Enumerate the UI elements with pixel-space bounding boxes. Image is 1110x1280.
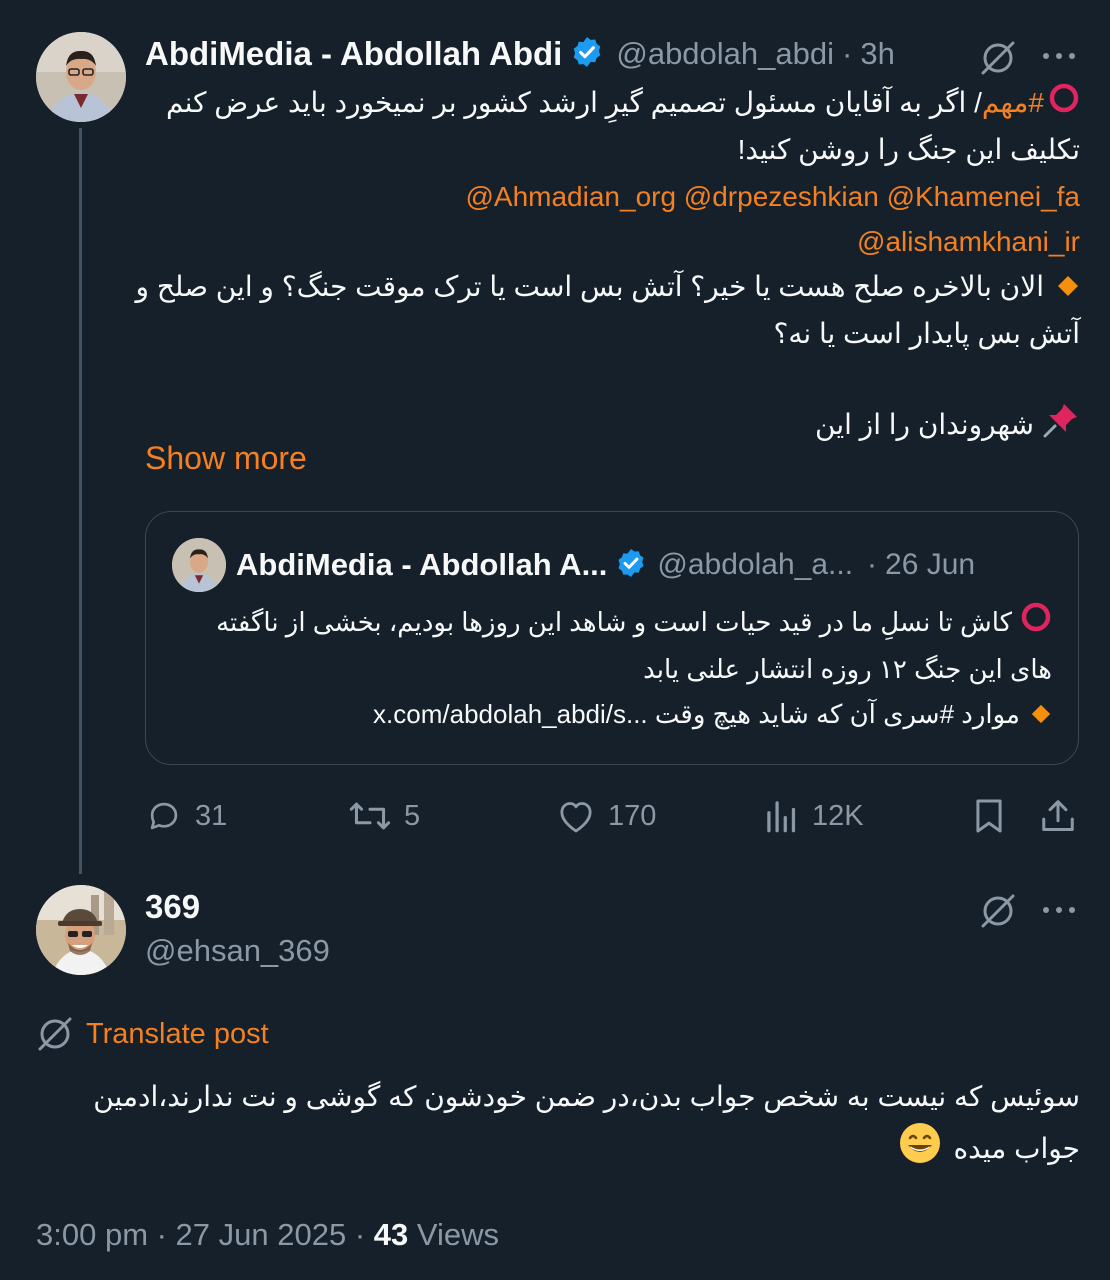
post-time[interactable]: 3h: [860, 36, 894, 72]
mention-link[interactable]: @alishamkhani_ir: [857, 226, 1080, 257]
reply-line-1: سوئیس که نیست به شخص جواب بدن،در ضمن خود…: [93, 1081, 1080, 1112]
views-button[interactable]: 12K: [764, 795, 864, 837]
post-header: AbdiMedia - Abdollah Abdi @abdolah_abdi …: [145, 32, 895, 76]
mentions-line-1: @Ahmadian_org @drpezeshkian @Khamenei_fa: [145, 174, 1080, 219]
grok-icon[interactable]: [976, 36, 1020, 80]
thread-line: [79, 128, 82, 874]
views-icon: [767, 801, 796, 833]
quoted-link: x.com/abdolah_abdi/s...: [373, 699, 648, 730]
more-icon[interactable]: [1038, 38, 1080, 74]
reply-count: 31: [195, 799, 228, 832]
translate-post-button[interactable]: Translate post: [36, 1014, 269, 1054]
translate-icon: [38, 1017, 72, 1051]
like-count: 170: [608, 799, 657, 832]
repost-icon: [349, 802, 391, 830]
quoted-line-3: موارد #سری آن که شاید هیچ وقت x.com/abdo…: [172, 692, 1052, 739]
pin-line-text: شهروندان را از این: [815, 409, 1034, 441]
diamond-icon: [1030, 694, 1052, 739]
author-avatar[interactable]: [36, 32, 126, 122]
quoted-date: 26 Jun: [885, 548, 976, 581]
bookmark-icon[interactable]: [968, 795, 1010, 837]
quoted-line-1-text: کاش تا نسلِ ما در قید حیات است و شاهد ای…: [216, 607, 1012, 637]
bullet-line-2: آتش بس پایدار است یا نه؟: [773, 318, 1081, 350]
mentions-line-2: @alishamkhani_ir: [145, 219, 1080, 264]
reply-meta: 3:00 pm · 27 Jun 2025 · 43 Views: [36, 1217, 499, 1253]
quoted-handle: @abdolah_a...: [657, 548, 854, 581]
diamond-icon: [1056, 266, 1080, 311]
verified-icon: [615, 547, 647, 584]
repost-button[interactable]: 5: [348, 795, 420, 837]
verified-icon: [570, 35, 604, 74]
pin-icon: [1042, 401, 1080, 452]
quoted-line-3-text: موارد #سری آن که شاید هیچ وقت: [654, 699, 1020, 730]
hashtag-link[interactable]: #مهم: [982, 87, 1044, 118]
share-icon[interactable]: [1036, 795, 1080, 837]
red-circle-icon: [1048, 82, 1080, 127]
views-count: 12K: [812, 799, 864, 832]
repost-count: 5: [404, 799, 421, 832]
quoted-line-1: کاش تا نسلِ ما در قید حیات است و شاهد ای…: [172, 600, 1052, 647]
reply-icon: [150, 802, 178, 830]
like-button[interactable]: 170: [556, 795, 656, 837]
bullet-line-1-text: الان بالاخره صلح هست یا خیر؟ آتش بس است …: [135, 271, 1044, 303]
more-icon[interactable]: [1038, 892, 1080, 928]
grin-emoji-icon: [898, 1121, 942, 1180]
reply-views-count: 43: [373, 1217, 409, 1252]
post-line-2: تکلیف این جنگ را روشن کنید!: [737, 134, 1080, 166]
separator: ·: [842, 36, 853, 71]
quoted-header: AbdiMedia - Abdollah A... @abdolah_a... …: [236, 545, 975, 585]
quoted-author-name: AbdiMedia - Abdollah A...: [236, 547, 608, 582]
reply-views-label: Views: [408, 1217, 499, 1252]
reply-author-name[interactable]: 369: [145, 888, 200, 926]
quoted-post-card[interactable]: AbdiMedia - Abdollah A... @abdolah_a... …: [145, 511, 1079, 765]
red-circle-icon: [1020, 601, 1052, 647]
mention-links[interactable]: @Ahmadian_org @drpezeshkian @Khamenei_fa: [465, 181, 1080, 212]
show-more-link[interactable]: Show more: [145, 440, 307, 477]
reply-timestamp[interactable]: 3:00 pm · 27 Jun 2025 ·: [36, 1217, 374, 1252]
post-body: #مهم/ اگر به آقایان مسئول تصمیم گیرِ ارش…: [136, 80, 1081, 452]
reply-body: سوئیس که نیست به شخص جواب بدن،در ضمن خود…: [36, 1073, 1080, 1180]
reply-button[interactable]: 31: [145, 795, 227, 837]
author-handle[interactable]: @abdolah_abdi: [616, 36, 834, 72]
quoted-line-2: های این جنگ ۱۲ روزه انتشار علنی یابد: [643, 654, 1052, 685]
quoted-author-avatar: [172, 538, 226, 592]
post-line-1: #مهم/ اگر به آقایان مسئول تصمیم گیرِ ارش…: [145, 80, 1080, 127]
quoted-body: کاش تا نسلِ ما در قید حیات است و شاهد ای…: [172, 600, 1052, 739]
separator: ·: [867, 548, 878, 581]
grok-icon[interactable]: [976, 889, 1020, 933]
like-icon: [560, 802, 592, 833]
reply-line-2: جواب میده: [36, 1121, 1080, 1180]
author-name[interactable]: AbdiMedia - Abdollah Abdi: [145, 35, 562, 73]
reply-line-2-text: جواب میده: [953, 1132, 1080, 1164]
post-line-1-text: / اگر به آقایان مسئول تصمیم گیرِ ارشد کش…: [166, 87, 982, 118]
bullet-line-1: الان بالاخره صلح هست یا خیر؟ آتش بس است …: [136, 264, 1080, 311]
translate-label: Translate post: [86, 1017, 269, 1050]
reply-author-avatar[interactable]: [36, 885, 126, 975]
reply-author-handle[interactable]: @ehsan_369: [145, 933, 330, 969]
